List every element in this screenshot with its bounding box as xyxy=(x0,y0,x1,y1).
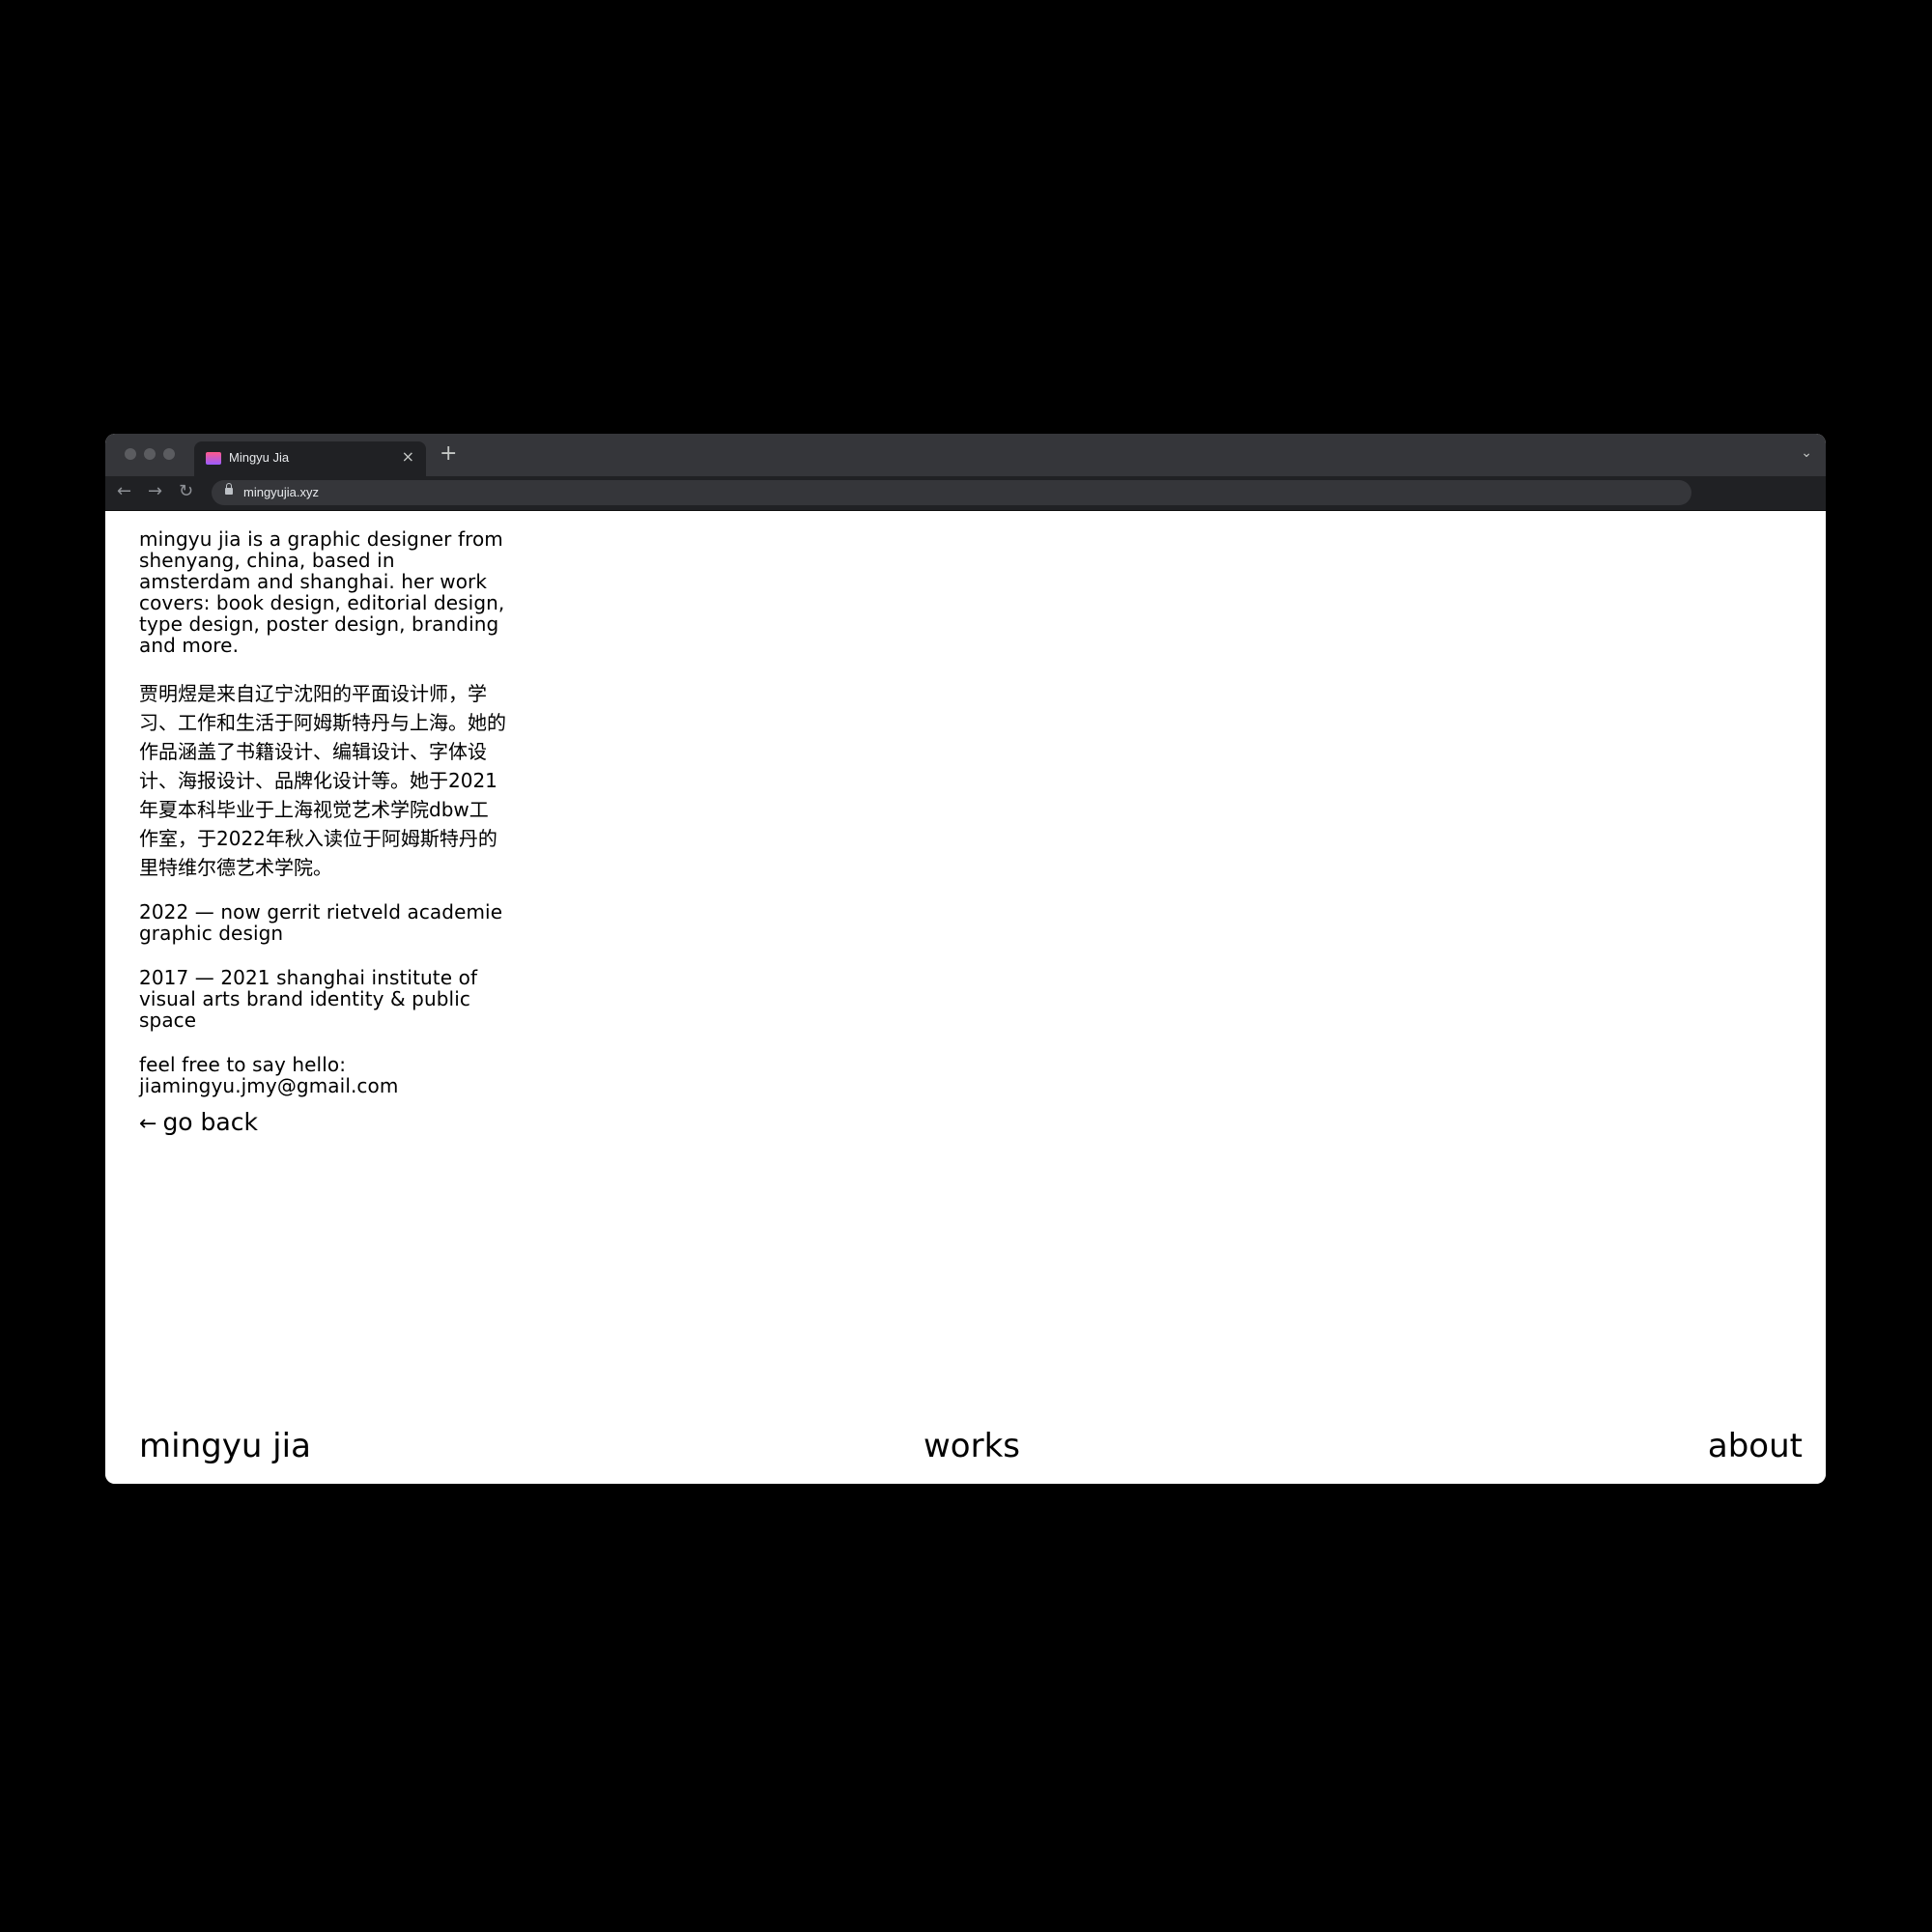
left-arrow-icon: ← xyxy=(139,1112,157,1136)
tab-bar: Mingyu Jia × + ⌄ xyxy=(105,434,1826,476)
go-back-link[interactable]: ← go back xyxy=(139,1108,258,1139)
nav-works-link[interactable]: works xyxy=(923,1427,1020,1465)
tab-mingyu-jia[interactable]: Mingyu Jia × xyxy=(194,441,426,476)
reload-icon[interactable]: ↻ xyxy=(179,482,193,501)
back-arrow-icon[interactable]: ← xyxy=(117,482,131,501)
new-tab-button[interactable]: + xyxy=(440,443,457,465)
forward-arrow-icon[interactable]: → xyxy=(148,482,162,501)
tab-search-chevron-icon[interactable]: ⌄ xyxy=(1801,445,1812,461)
page-content: mingyu jia is a graphic designer from sh… xyxy=(105,511,1826,1484)
nav-home-link[interactable]: mingyu jia xyxy=(139,1427,311,1465)
contact-block: feel free to say hello: jiamingyu.jmy@gm… xyxy=(139,1054,506,1096)
address-bar[interactable]: mingyujia.xyz xyxy=(212,480,1691,505)
contact-prompt: feel free to say hello: xyxy=(139,1053,347,1076)
url-text[interactable]: mingyujia.xyz xyxy=(243,485,319,499)
education-item: 2022 — now gerrit rietveld academie grap… xyxy=(139,900,503,945)
email-link[interactable]: jiamingyu.jmy@gmail.com xyxy=(139,1074,398,1097)
nav-about-link[interactable]: about xyxy=(1708,1427,1803,1465)
minimize-window-icon[interactable] xyxy=(144,448,156,460)
go-back-label: go back xyxy=(162,1108,258,1136)
tab-close-icon[interactable]: × xyxy=(402,447,414,466)
zoom-window-icon[interactable] xyxy=(163,448,175,460)
bio-chinese: 贾明煜是来自辽宁沈阳的平面设计师，学习、工作和生活于阿姆斯特丹与上海。她的作品涵… xyxy=(139,682,506,879)
education-item: 2017 — 2021 shanghai institute of visual… xyxy=(139,966,478,1032)
about-section: mingyu jia is a graphic designer from sh… xyxy=(139,528,506,1139)
favicon-icon xyxy=(206,452,221,465)
lock-icon[interactable] xyxy=(225,483,233,495)
bio-english: mingyu jia is a graphic designer from sh… xyxy=(139,527,505,657)
browser-window: Mingyu Jia × + ⌄ ← → ↻ mingyujia.xyz min… xyxy=(105,434,1826,1484)
tab-title: Mingyu Jia xyxy=(229,450,290,465)
browser-toolbar: ← → ↻ mingyujia.xyz xyxy=(105,476,1826,511)
close-window-icon[interactable] xyxy=(125,448,136,460)
